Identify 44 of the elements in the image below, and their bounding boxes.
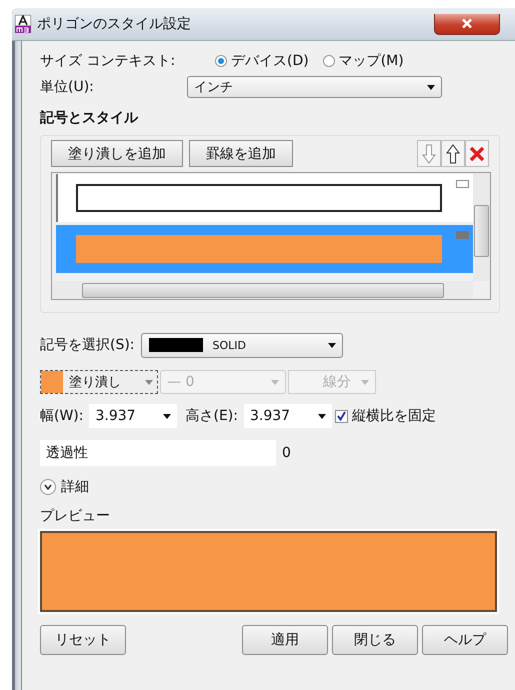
layer-list[interactable] (51, 172, 491, 300)
add-layer-button[interactable]: 塗り潰しを追加 (51, 140, 183, 167)
move-up-button[interactable] (441, 140, 465, 167)
stroke-layer-icon (456, 180, 469, 188)
width-label: 幅(W): (40, 407, 84, 425)
close-button[interactable] (434, 14, 500, 34)
width-combo[interactable]: 3.937 (89, 404, 178, 428)
unit-label: 単位(U): (40, 78, 95, 96)
window-title: ポリゴンのスタイル設定 (37, 15, 191, 33)
layer-row[interactable] (56, 174, 473, 222)
chevron-icon (40, 479, 56, 495)
radio-button[interactable] (322, 55, 335, 67)
details-toggle[interactable]: 詳細 (40, 476, 89, 498)
transparency-value: 0 (282, 445, 291, 461)
preview-label: プレビュー (40, 507, 111, 525)
section-title: 記号とスタイル (40, 109, 140, 127)
size-context-label: サイズ コンテキスト: (40, 52, 176, 70)
dialog-button[interactable]: 閉じる (332, 625, 418, 655)
dialog-button[interactable]: リセット (40, 625, 126, 655)
height-label: 高さ(E): (185, 407, 238, 425)
radio-option[interactable]: マップ(M) (322, 52, 404, 70)
up-arrow-icon (446, 144, 460, 164)
radio-option[interactable]: デバイス(D) (215, 52, 309, 70)
delete-button[interactable] (465, 140, 489, 167)
fill-type-dropdown[interactable]: 塗り潰し (40, 370, 158, 394)
lock-label: 縦横比を固定 (352, 407, 436, 425)
vertical-scrollbar[interactable] (473, 173, 490, 281)
dialog-button[interactable]: ヘルプ (422, 625, 508, 655)
unit-dropdown[interactable]: インチ (187, 76, 442, 98)
app-icon (15, 15, 31, 33)
symbol-swatch (148, 338, 203, 352)
symbol-dropdown[interactable]: SOLID (140, 332, 343, 358)
radio-button[interactable] (215, 55, 227, 67)
add-layer-button[interactable]: 罫線を追加 (189, 140, 293, 167)
symbol-label: 記号を選択(S): (40, 336, 135, 354)
fill-layer-icon (456, 231, 469, 239)
lock-checkbox[interactable] (334, 410, 348, 422)
down-arrow-icon (422, 144, 436, 164)
close-icon (461, 18, 473, 29)
dialog-button[interactable]: 適用 (242, 625, 328, 655)
delete-icon (469, 146, 485, 162)
height-combo[interactable]: 3.937 (244, 404, 332, 428)
transparency-field[interactable]: 透過性 (40, 440, 276, 466)
horizontal-scrollbar[interactable] (52, 281, 473, 299)
